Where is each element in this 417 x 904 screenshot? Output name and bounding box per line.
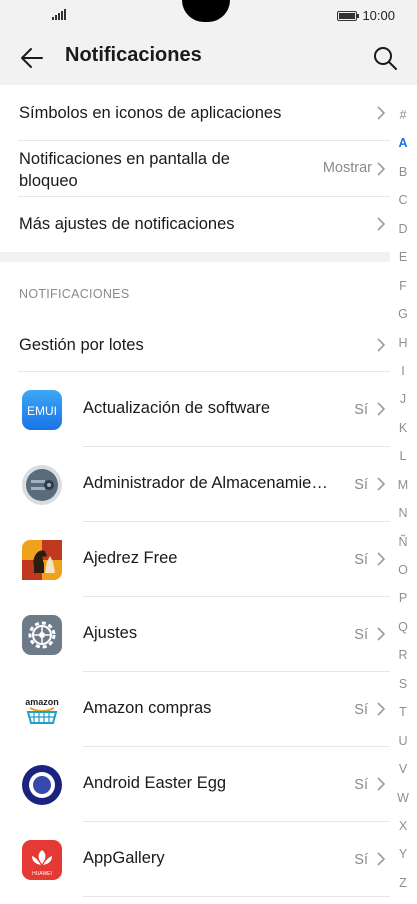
battery-icon: [337, 10, 360, 21]
app-row-settings[interactable]: Ajustes Sí: [18, 597, 390, 672]
section-header: NOTIFICACIONES: [19, 287, 130, 301]
index-letter[interactable]: B: [394, 158, 412, 186]
app-name: Ajustes: [83, 624, 138, 642]
index-letter[interactable]: M: [394, 471, 412, 499]
app-status: Sí: [354, 402, 368, 418]
emui-icon-text: EMUI: [27, 404, 57, 418]
index-letter[interactable]: G: [394, 300, 412, 328]
row-label-line1: Notificaciones en pantalla de: [19, 150, 230, 168]
appgallery-icon: HUAWEI: [22, 840, 62, 880]
section-divider: [0, 252, 390, 262]
row-label: Símbolos en iconos de aplicaciones: [19, 104, 282, 122]
index-letter[interactable]: D: [394, 215, 412, 243]
app-name: AppGallery: [83, 849, 165, 867]
chevron-right-icon: [377, 552, 386, 566]
app-name: Actualización de software: [83, 399, 271, 417]
storage-manager-icon: [22, 465, 62, 505]
app-icon-badges-row[interactable]: Símbolos en iconos de aplicaciones: [18, 85, 390, 141]
index-letter[interactable]: A: [394, 129, 412, 157]
index-letter[interactable]: P: [394, 584, 412, 612]
app-name: Ajedrez Free: [83, 549, 178, 567]
chevron-right-icon: [377, 402, 386, 416]
index-letter[interactable]: K: [394, 414, 412, 442]
app-row-appgallery[interactable]: HUAWEI AppGallery Sí: [18, 822, 390, 897]
app-name: Amazon compras: [83, 699, 212, 717]
chevron-right-icon: [377, 702, 386, 716]
search-icon[interactable]: [371, 44, 399, 72]
index-letter[interactable]: S: [394, 670, 412, 698]
camera-notch: [182, 0, 230, 22]
app-row-software-update[interactable]: EMUI Actualización de software Sí: [18, 372, 390, 447]
index-letter[interactable]: L: [394, 442, 412, 470]
page-title: Notificaciones: [65, 44, 202, 66]
huawei-wordmark: HUAWEI: [32, 871, 52, 877]
chevron-right-icon: [377, 338, 386, 352]
app-status: Sí: [354, 777, 368, 793]
index-letter[interactable]: H: [394, 329, 412, 357]
alphabet-index[interactable]: # A B C D E F G H I J K L M N Ñ O P Q R S T U V W X Y Z: [394, 101, 412, 897]
signal-icon: [52, 9, 66, 20]
index-letter[interactable]: Y: [394, 840, 412, 868]
chevron-right-icon: [377, 777, 386, 791]
amazon-icon: amazon: [22, 690, 62, 730]
app-row-amazon[interactable]: amazon Amazon compras Sí: [18, 672, 390, 747]
index-letter[interactable]: I: [394, 357, 412, 385]
divider: [83, 896, 390, 897]
chess-icon: [22, 540, 62, 580]
more-notification-settings-row[interactable]: Más ajustes de notificaciones: [18, 197, 390, 252]
settings-gear-icon: [22, 615, 62, 655]
chevron-right-icon: [377, 106, 386, 120]
index-letter[interactable]: C: [394, 186, 412, 214]
back-arrow-icon[interactable]: [18, 44, 46, 72]
index-letter[interactable]: U: [394, 727, 412, 755]
index-letter[interactable]: Q: [394, 613, 412, 641]
index-letter[interactable]: X: [394, 812, 412, 840]
app-name: Android Easter Egg: [83, 774, 227, 792]
lock-screen-notifications-row[interactable]: Notificaciones en pantalla de bloqueo Mo…: [18, 141, 390, 197]
app-row-storage-manager[interactable]: Administrador de Almacenamie… Sí: [18, 447, 390, 522]
batch-management-row[interactable]: Gestión por lotes: [18, 318, 390, 372]
index-letter[interactable]: J: [394, 385, 412, 413]
status-time: 10:00: [362, 8, 395, 23]
status-bar: 10:00: [0, 0, 417, 30]
index-letter[interactable]: V: [394, 755, 412, 783]
emui-icon: EMUI: [22, 390, 62, 430]
battery-status: 10:00: [337, 8, 395, 23]
app-bar: Notificaciones: [0, 30, 417, 85]
app-status: Sí: [354, 552, 368, 568]
app-row-chess-free[interactable]: Ajedrez Free Sí: [18, 522, 390, 597]
app-status: Sí: [354, 477, 368, 493]
index-letter[interactable]: R: [394, 641, 412, 669]
app-status: Sí: [354, 702, 368, 718]
app-name: Administrador de Almacenamie…: [83, 474, 328, 492]
index-letter[interactable]: O: [394, 556, 412, 584]
index-letter[interactable]: T: [394, 698, 412, 726]
index-letter[interactable]: N: [394, 499, 412, 527]
chevron-right-icon: [377, 162, 386, 176]
index-letter[interactable]: F: [394, 272, 412, 300]
app-status: Sí: [354, 852, 368, 868]
chevron-right-icon: [377, 217, 386, 231]
chevron-right-icon: [377, 852, 386, 866]
chevron-right-icon: [377, 627, 386, 641]
index-letter[interactable]: E: [394, 243, 412, 271]
index-letter[interactable]: W: [394, 784, 412, 812]
row-label: Más ajustes de notificaciones: [19, 215, 235, 233]
row-label-line2: bloqueo: [19, 172, 78, 190]
row-label: Gestión por lotes: [19, 336, 144, 354]
index-letter[interactable]: #: [394, 101, 412, 129]
index-letter[interactable]: Z: [394, 869, 412, 897]
row-value: Mostrar: [322, 160, 372, 176]
index-letter[interactable]: Ñ: [394, 528, 412, 556]
amazon-wordmark: amazon: [25, 697, 59, 707]
chevron-right-icon: [377, 477, 386, 491]
app-row-android-easter-egg[interactable]: Android Easter Egg Sí: [18, 747, 390, 822]
easter-egg-icon: [22, 765, 62, 805]
app-status: Sí: [354, 627, 368, 643]
